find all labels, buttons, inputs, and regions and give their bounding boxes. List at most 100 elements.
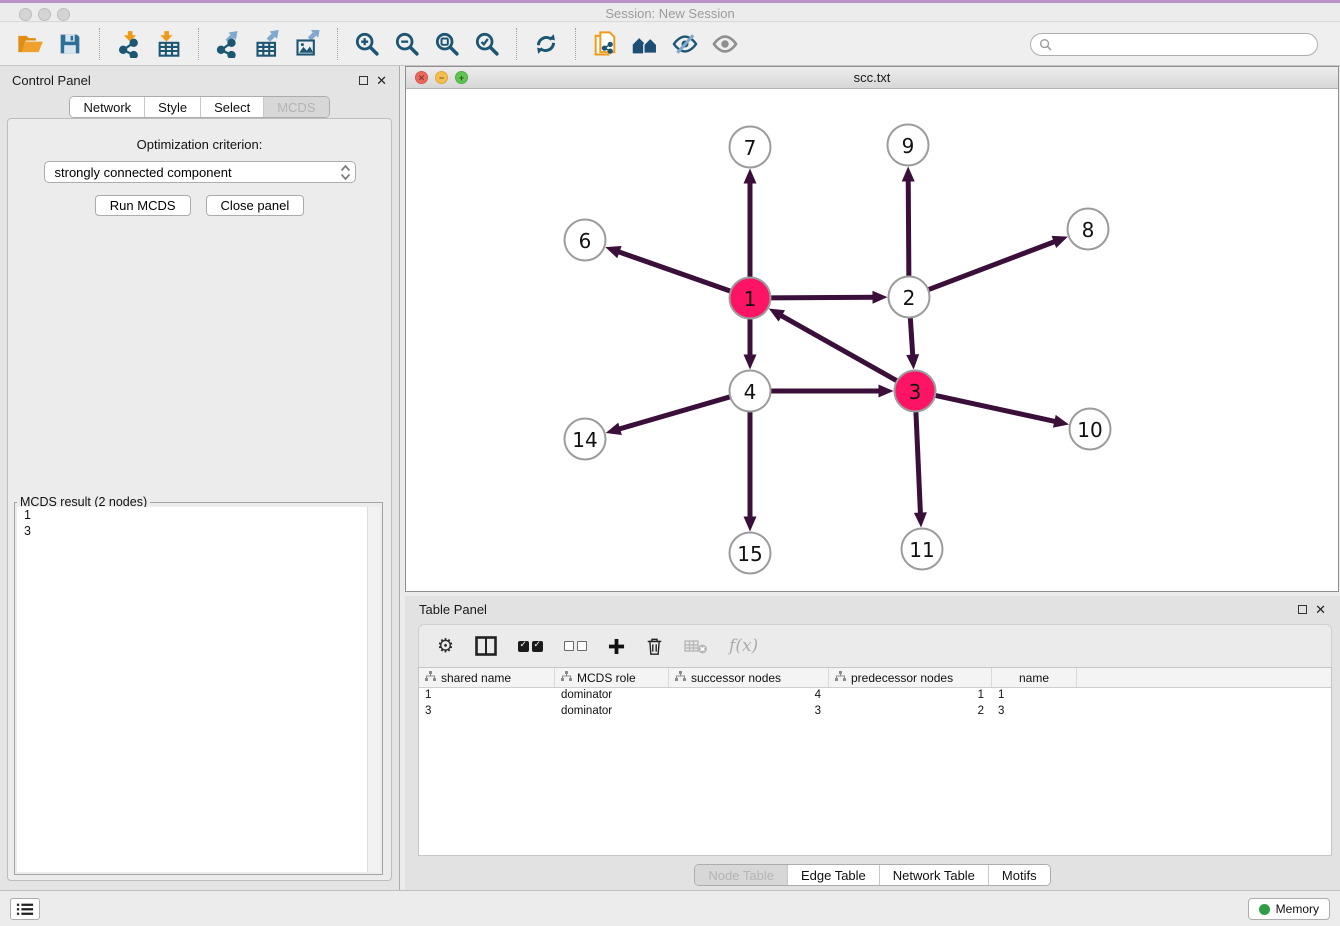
float-panel-icon[interactable] — [359, 76, 368, 85]
graph-node-3[interactable]: 3 — [895, 371, 936, 412]
close-panel-icon[interactable]: ✕ — [376, 76, 387, 85]
graph-edge-2-8[interactable] — [926, 236, 1068, 291]
graph-edge-2-9[interactable] — [902, 166, 915, 278]
export-image-button[interactable] — [288, 26, 328, 62]
graph-edge-3-10[interactable] — [933, 395, 1069, 428]
gear-icon: ⚙ — [437, 635, 454, 657]
network-from-file-button[interactable] — [585, 26, 625, 62]
result-item[interactable]: 3 — [17, 523, 380, 539]
table-row[interactable]: 1dominator411 — [419, 688, 1331, 704]
deselect-all-icon — [564, 641, 587, 651]
zoom-out-button[interactable] — [387, 26, 427, 62]
table-header-row: shared nameMCDS rolesuccessor nodesprede… — [419, 668, 1331, 688]
graph-node-2[interactable]: 2 — [889, 277, 930, 318]
table-settings-button[interactable]: ⚙ — [437, 635, 454, 657]
deselect-all-button[interactable] — [564, 641, 587, 651]
graph-node-7[interactable]: 7 — [730, 127, 771, 168]
close-panel-button[interactable]: Close panel — [206, 195, 305, 216]
float-table-panel-icon[interactable] — [1298, 605, 1307, 614]
network-window-titlebar: ✕ − + scc.txt — [406, 67, 1338, 89]
zoom-fit-icon — [433, 30, 461, 58]
tab-node-table[interactable]: Node Table — [695, 865, 787, 885]
graph-node-11[interactable]: 11 — [902, 529, 943, 570]
add-column-button[interactable] — [608, 638, 625, 655]
graph-edge-1-7[interactable] — [744, 169, 757, 280]
svg-text:10: 10 — [1077, 418, 1102, 442]
graph-edge-3-11[interactable] — [914, 409, 927, 527]
table-cell: 2 — [829, 704, 992, 720]
import-table-icon — [155, 30, 183, 58]
network-file-icon — [591, 30, 619, 58]
table-row[interactable]: 3dominator323 — [419, 704, 1331, 720]
zoom-in-button[interactable] — [347, 26, 387, 62]
graph-edge-3-1[interactable] — [769, 309, 899, 382]
tab-mcds[interactable]: MCDS — [263, 97, 328, 117]
export-table-button[interactable] — [248, 26, 288, 62]
delete-column-button[interactable] — [684, 637, 708, 655]
memory-button[interactable]: Memory — [1248, 898, 1330, 920]
select-all-button[interactable] — [518, 641, 543, 652]
graph-node-10[interactable]: 10 — [1070, 409, 1111, 450]
column-header-shared-name[interactable]: shared name — [419, 668, 555, 687]
home-button[interactable] — [625, 26, 665, 62]
graph-node-8[interactable]: 8 — [1068, 209, 1109, 250]
save-icon — [56, 30, 84, 58]
import-network-button[interactable] — [109, 26, 149, 62]
column-header-successor-nodes[interactable]: successor nodes — [669, 668, 829, 687]
import-network-icon — [115, 30, 143, 58]
column-header-name[interactable]: name — [992, 668, 1077, 687]
graph-edge-1-4[interactable] — [744, 317, 757, 370]
toolbar-separator — [198, 28, 199, 60]
zoom-selected-button[interactable] — [467, 26, 507, 62]
graph-node-14[interactable]: 14 — [565, 419, 606, 460]
graph-edge-4-3[interactable] — [769, 385, 894, 398]
graph-edge-4-14[interactable] — [606, 396, 733, 435]
run-mcds-button[interactable]: Run MCDS — [95, 195, 191, 216]
delete-row-button[interactable] — [646, 637, 663, 656]
graph-edge-2-3[interactable] — [906, 315, 919, 369]
svg-text:15: 15 — [737, 542, 762, 566]
tab-style[interactable]: Style — [144, 97, 200, 117]
show-columns-button[interactable] — [475, 636, 497, 656]
show-all-button[interactable] — [705, 26, 745, 62]
graph-node-9[interactable]: 9 — [888, 125, 929, 166]
mcds-result-list[interactable]: 13 — [17, 507, 380, 872]
tab-network[interactable]: Network — [70, 97, 144, 117]
zoom-out-icon — [393, 30, 421, 58]
graph-edge-1-6[interactable] — [605, 246, 732, 292]
graph-node-1[interactable]: 1 — [730, 278, 771, 319]
dropdown-stepper-icon — [340, 165, 351, 180]
search-input[interactable] — [1052, 37, 1309, 51]
column-header-MCDS-role[interactable]: MCDS role — [555, 668, 669, 687]
control-panel-title: Control Panel — [12, 73, 91, 88]
table-cell: 3 — [419, 704, 555, 720]
zoom-in-icon — [353, 30, 381, 58]
hide-selected-button[interactable] — [665, 26, 705, 62]
graph-node-15[interactable]: 15 — [730, 533, 771, 574]
graph-node-6[interactable]: 6 — [565, 220, 606, 261]
network-canvas[interactable]: 7 9 6 8 1 2 4 3 14 10 15 11 — [406, 90, 1338, 591]
graph-edge-4-15[interactable] — [744, 410, 757, 532]
tab-network-table[interactable]: Network Table — [879, 865, 988, 885]
tab-select[interactable]: Select — [200, 97, 263, 117]
import-table-button[interactable] — [149, 26, 189, 62]
toolbar-separator — [575, 28, 576, 60]
graph-edge-1-2[interactable] — [768, 291, 887, 304]
zoom-fit-button[interactable] — [427, 26, 467, 62]
close-table-panel-icon[interactable]: ✕ — [1315, 605, 1326, 614]
result-item[interactable]: 1 — [17, 507, 380, 523]
tab-edge-table[interactable]: Edge Table — [787, 865, 879, 885]
function-builder-button[interactable]: f(x) — [729, 636, 758, 656]
result-scrollbar[interactable] — [367, 507, 380, 872]
control-panel-header: Control Panel ✕ — [0, 66, 399, 94]
save-session-button[interactable] — [50, 26, 90, 62]
tab-motifs[interactable]: Motifs — [988, 865, 1050, 885]
task-history-button[interactable] — [10, 898, 40, 920]
optimization-select[interactable]: strongly connected component — [44, 161, 356, 183]
refresh-button[interactable] — [526, 26, 566, 62]
open-session-button[interactable] — [10, 26, 50, 62]
export-network-button[interactable] — [208, 26, 248, 62]
delete-table-icon — [684, 637, 708, 655]
column-header-predecessor-nodes[interactable]: predecessor nodes — [829, 668, 992, 687]
graph-node-4[interactable]: 4 — [730, 371, 771, 412]
